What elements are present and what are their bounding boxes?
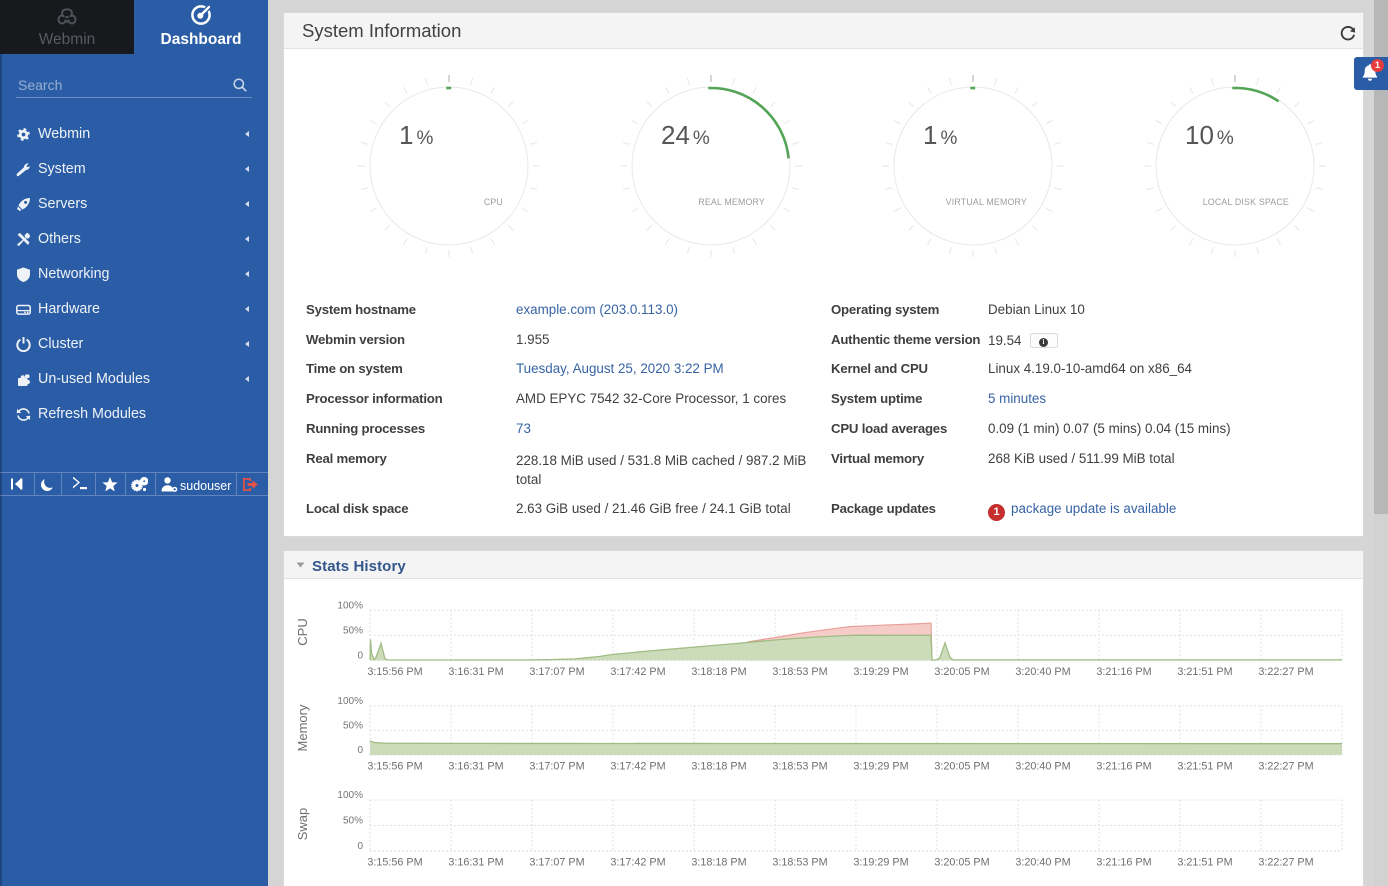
svg-text:3:15:56 PM: 3:15:56 PM: [367, 761, 422, 773]
svg-text:0: 0: [357, 650, 363, 661]
svg-text:3:21:51 PM: 3:21:51 PM: [1177, 666, 1232, 678]
svg-text:3:19:29 PM: 3:19:29 PM: [853, 666, 908, 678]
svg-text:3:18:53 PM: 3:18:53 PM: [772, 761, 827, 773]
svg-text:3:17:42 PM: 3:17:42 PM: [610, 761, 665, 773]
svg-text:Swap: Swap: [295, 808, 310, 841]
svg-text:3:20:40 PM: 3:20:40 PM: [1015, 666, 1070, 678]
svg-text:3:18:53 PM: 3:18:53 PM: [772, 857, 827, 869]
svg-text:3:21:16 PM: 3:21:16 PM: [1096, 761, 1151, 773]
svg-text:3:20:05 PM: 3:20:05 PM: [934, 857, 989, 869]
svg-text:1%: 1%: [923, 120, 957, 150]
svg-text:3:21:51 PM: 3:21:51 PM: [1177, 857, 1232, 869]
svg-text:50%: 50%: [343, 625, 363, 636]
svg-text:0: 0: [357, 841, 363, 852]
svg-text:3:18:18 PM: 3:18:18 PM: [691, 666, 746, 678]
svg-text:3:19:29 PM: 3:19:29 PM: [853, 761, 908, 773]
svg-text:3:18:53 PM: 3:18:53 PM: [772, 666, 827, 678]
svg-text:100%: 100%: [337, 696, 363, 707]
svg-text:3:22:27 PM: 3:22:27 PM: [1258, 666, 1313, 678]
svg-text:1%: 1%: [399, 120, 433, 150]
svg-text:3:22:27 PM: 3:22:27 PM: [1258, 761, 1313, 773]
svg-text:VIRTUAL MEMORY: VIRTUAL MEMORY: [946, 197, 1027, 207]
svg-text:100%: 100%: [337, 600, 363, 611]
svg-text:3:19:29 PM: 3:19:29 PM: [853, 857, 908, 869]
svg-text:3:17:42 PM: 3:17:42 PM: [610, 857, 665, 869]
svg-text:3:20:05 PM: 3:20:05 PM: [934, 761, 989, 773]
svg-text:3:17:42 PM: 3:17:42 PM: [610, 666, 665, 678]
svg-text:CPU: CPU: [484, 197, 503, 207]
svg-text:3:16:31 PM: 3:16:31 PM: [448, 761, 503, 773]
svg-text:3:22:27 PM: 3:22:27 PM: [1258, 857, 1313, 869]
svg-text:3:17:07 PM: 3:17:07 PM: [529, 666, 584, 678]
svg-text:3:21:16 PM: 3:21:16 PM: [1096, 666, 1151, 678]
svg-text:24%: 24%: [661, 120, 710, 150]
svg-text:10%: 10%: [1185, 120, 1234, 150]
svg-text:3:16:31 PM: 3:16:31 PM: [448, 857, 503, 869]
svg-text:3:17:07 PM: 3:17:07 PM: [529, 857, 584, 869]
svg-text:REAL MEMORY: REAL MEMORY: [698, 197, 765, 207]
svg-text:3:21:16 PM: 3:21:16 PM: [1096, 857, 1151, 869]
svg-text:0: 0: [357, 745, 363, 756]
svg-text:3:21:51 PM: 3:21:51 PM: [1177, 761, 1232, 773]
svg-text:50%: 50%: [343, 720, 363, 731]
svg-text:3:20:40 PM: 3:20:40 PM: [1015, 761, 1070, 773]
svg-text:3:17:07 PM: 3:17:07 PM: [529, 761, 584, 773]
svg-text:LOCAL DISK SPACE: LOCAL DISK SPACE: [1203, 197, 1289, 207]
svg-text:3:18:18 PM: 3:18:18 PM: [691, 761, 746, 773]
svg-text:100%: 100%: [337, 790, 363, 801]
svg-text:3:18:18 PM: 3:18:18 PM: [691, 857, 746, 869]
svg-text:Memory: Memory: [295, 704, 310, 751]
svg-text:3:20:40 PM: 3:20:40 PM: [1015, 857, 1070, 869]
svg-text:3:15:56 PM: 3:15:56 PM: [367, 666, 422, 678]
svg-text:3:16:31 PM: 3:16:31 PM: [448, 666, 503, 678]
svg-text:3:15:56 PM: 3:15:56 PM: [367, 857, 422, 869]
svg-text:50%: 50%: [343, 816, 363, 827]
svg-text:3:20:05 PM: 3:20:05 PM: [934, 666, 989, 678]
svg-text:CPU: CPU: [295, 618, 310, 645]
